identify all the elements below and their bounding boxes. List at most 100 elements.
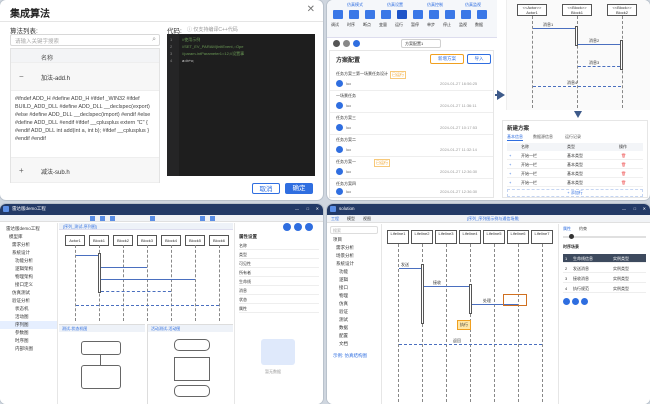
data-icon[interactable] xyxy=(477,10,487,19)
help-icon[interactable] xyxy=(305,223,313,231)
table-row[interactable]: 1 生命线信息 实例类型 xyxy=(563,254,646,263)
tree-item[interactable]: 逻辑 xyxy=(327,276,381,284)
tab-state-machine[interactable]: 测试-状态机图 xyxy=(62,326,87,332)
message-arrow[interactable] xyxy=(578,66,620,67)
tree-item[interactable]: 系统设计 xyxy=(327,260,381,268)
close-icon[interactable]: ✕ xyxy=(643,206,646,211)
chat-icon[interactable] xyxy=(572,298,579,305)
tree-item[interactable]: 仿真 xyxy=(327,300,381,308)
lifeline-head[interactable]: Lifeline5 xyxy=(483,230,505,244)
ribbon-tab[interactable]: 仿真控制 xyxy=(427,2,443,8)
property-row[interactable]: 类型 xyxy=(239,252,319,259)
redo-icon[interactable] xyxy=(110,216,115,221)
lifeline-head[interactable]: <<Block>> Block2 xyxy=(607,4,637,16)
property-row[interactable]: 生命线 xyxy=(239,279,319,286)
tree-item[interactable]: 接口 xyxy=(327,284,381,292)
message-arrow[interactable] xyxy=(399,344,542,345)
activation-bar[interactable] xyxy=(421,264,424,324)
import-button[interactable]: 导入 xyxy=(467,54,491,64)
tree-item[interactable]: 物理架构 xyxy=(0,273,57,281)
help-icon[interactable] xyxy=(581,298,588,305)
state-node[interactable] xyxy=(81,341,121,355)
ribbon-tab[interactable]: 仿真设置 xyxy=(387,2,403,8)
tab-view[interactable]: 视图 xyxy=(363,216,371,222)
run-icon[interactable] xyxy=(397,10,407,19)
state-machine-editor[interactable]: 测试-状态机图 xyxy=(59,324,145,404)
step-icon[interactable] xyxy=(429,10,439,19)
pause-icon[interactable] xyxy=(413,10,423,19)
list-item[interactable]: 任务方案二 luo 2024-01-27 11:32:14 xyxy=(330,135,493,157)
lifeline-head[interactable]: Lifeline6 xyxy=(507,230,529,244)
search-input[interactable]: 请输入关键字搜索 ⌕ xyxy=(10,34,160,46)
tree-item[interactable]: 配置 xyxy=(327,332,381,340)
tree-item[interactable]: 状态机 xyxy=(0,305,57,313)
property-row[interactable]: 状态 xyxy=(239,297,319,304)
minimize-icon[interactable]: — xyxy=(622,206,626,211)
tree-item[interactable]: 示例: 仿真结构图 xyxy=(327,352,381,360)
tab-datasource[interactable]: 数据源信息 xyxy=(533,134,553,140)
close-icon[interactable]: ✕ xyxy=(307,4,315,15)
tree-item[interactable]: 时序图 xyxy=(0,337,57,345)
tree-item[interactable]: 需求分析 xyxy=(0,241,57,249)
record-icon[interactable] xyxy=(333,40,340,47)
add-sub-icon[interactable]: + xyxy=(509,153,511,158)
highlight-badge[interactable]: 执行 xyxy=(457,320,471,330)
add-sub-icon[interactable]: + xyxy=(509,171,511,176)
message-arrow[interactable] xyxy=(101,291,171,292)
tab-activity[interactable]: 活动测试-活动图 xyxy=(151,326,180,332)
table-row[interactable]: + 减法-sub.h xyxy=(11,157,159,183)
tab-model[interactable]: 模型 xyxy=(347,216,355,222)
sequence-diagram-canvas[interactable]: <<Actor>> Actor1 <<Block>> Block1 <<Block>… xyxy=(506,0,650,110)
add-row-button[interactable]: + 添加行 xyxy=(507,189,643,197)
tree-item[interactable]: 参数图 xyxy=(0,329,57,337)
property-row[interactable]: 属性 xyxy=(239,306,319,313)
tree-item[interactable]: 活动图 xyxy=(0,313,57,321)
lifeline-head[interactable]: Lifeline1 xyxy=(387,230,409,244)
ok-button[interactable]: 确定 xyxy=(285,183,313,194)
tree-item[interactable]: 项目 xyxy=(327,236,381,244)
lifeline-head[interactable]: <<Block>> Block1 xyxy=(562,4,592,16)
slider-handle[interactable] xyxy=(569,234,574,239)
ribbon-tab[interactable]: 仿真模式 xyxy=(347,2,363,8)
tab-properties[interactable]: 属性 xyxy=(563,226,571,232)
add-sub-icon[interactable]: + xyxy=(509,162,511,167)
tree-item[interactable]: 验证 xyxy=(327,308,381,316)
message-arrow[interactable] xyxy=(76,305,219,306)
property-row[interactable]: 所有者 xyxy=(239,270,319,277)
tree-item[interactable]: 仿真测试 xyxy=(0,289,57,297)
variable-icon[interactable] xyxy=(381,10,391,19)
add-sub-icon[interactable]: + xyxy=(509,180,511,185)
tab-sequence[interactable]: [序列_序列图示例与通信场景] xyxy=(467,216,519,222)
list-item[interactable]: 任务方案三第一场景任务设计 已运行 luo 2024-01-27 16:56:2… xyxy=(330,69,493,91)
tree-item[interactable]: 雷达版demo工程 xyxy=(0,225,57,233)
lifeline-head[interactable]: <<Actor>> Actor1 xyxy=(517,4,547,16)
table-row[interactable]: 3 接收消息 实例类型 xyxy=(563,274,646,283)
delete-icon[interactable]: 🗑 xyxy=(621,171,626,176)
expand-icon[interactable]: + xyxy=(19,166,24,175)
minimize-icon[interactable]: — xyxy=(295,206,299,211)
close-icon[interactable]: ✕ xyxy=(316,206,319,211)
tab-constraints[interactable]: 约束 xyxy=(579,226,587,232)
tree-item[interactable]: 模型库 xyxy=(0,233,57,241)
message-arrow[interactable] xyxy=(578,44,620,45)
sequence-editor[interactable]: [序列_测试-序列图] Actor1 Block1 Block2 Block3 … xyxy=(59,223,233,323)
activity-editor[interactable]: 活动测试-活动图 xyxy=(147,324,233,404)
breakpoint-icon[interactable] xyxy=(365,10,375,19)
tree-item[interactable]: 系统设计 xyxy=(0,249,57,257)
tree-item[interactable]: 内部块图 xyxy=(0,345,57,353)
ribbon-tab[interactable]: 仿真监视 xyxy=(465,2,481,8)
list-item[interactable]: 任务方案四 luo 2024-01-27 12:36:30 xyxy=(330,179,493,197)
collapse-icon[interactable]: − xyxy=(19,72,24,81)
table-row[interactable]: − 加法-add.h xyxy=(11,63,159,91)
tab-sequence[interactable]: [序列_测试-序列图] xyxy=(63,224,97,230)
timeline-slider[interactable] xyxy=(563,236,646,238)
tree-item[interactable]: 验证分析 xyxy=(0,297,57,305)
stop-icon[interactable] xyxy=(445,10,455,19)
pause-icon[interactable] xyxy=(343,40,350,47)
activity-node[interactable] xyxy=(174,357,210,381)
lifeline-head[interactable]: Lifeline3 xyxy=(435,230,457,244)
tree-item[interactable]: 场景分析 xyxy=(327,252,381,260)
activation-bar[interactable] xyxy=(98,253,101,293)
tree-item[interactable]: 物理 xyxy=(327,292,381,300)
layout-icon[interactable] xyxy=(200,216,205,221)
